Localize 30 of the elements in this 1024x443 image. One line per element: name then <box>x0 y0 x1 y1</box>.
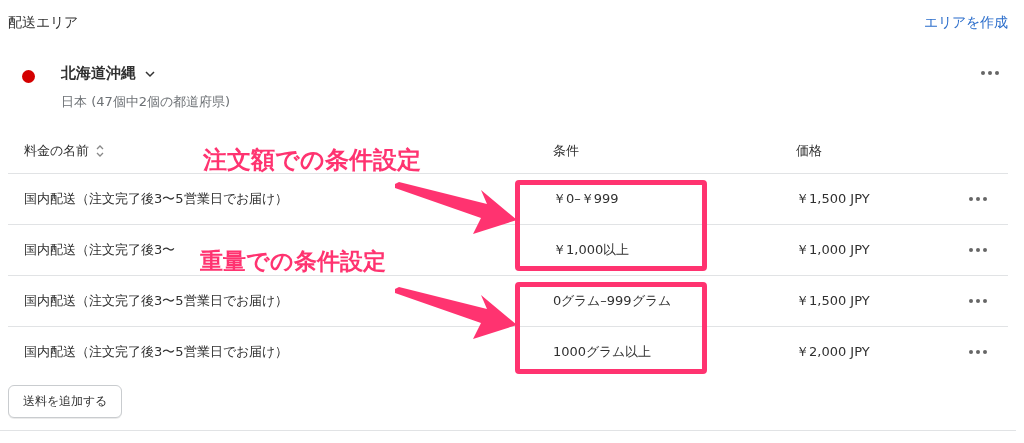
more-icon[interactable] <box>968 247 988 253</box>
chevron-down-icon[interactable] <box>144 69 156 78</box>
more-icon[interactable] <box>968 349 988 355</box>
zone-name: 北海道沖縄 <box>61 64 136 83</box>
condition-cell: 0グラム–999グラム <box>553 293 671 308</box>
price-cell: ￥1,000 JPY <box>796 242 870 257</box>
column-header: 条件 <box>553 143 579 158</box>
rate-name: 国内配送（注文完了後3〜5営業日でお届け） <box>24 343 288 361</box>
rate-name: 国内配送（注文完了後3〜5営業日でお届け） <box>24 190 288 208</box>
status-dot <box>22 70 35 83</box>
rate-name: 国内配送（注文完了後3〜 <box>24 241 176 259</box>
price-cell: ￥2,000 JPY <box>796 344 870 359</box>
more-icon[interactable] <box>968 298 988 304</box>
annotation-label: 重量での条件設定 <box>200 247 386 276</box>
annotation-label: 注文額での条件設定 <box>203 145 421 176</box>
price-cell: ￥1,500 JPY <box>796 191 870 206</box>
zone-subtitle: 日本 (47個中2個の都道府県) <box>61 93 232 111</box>
rate-name: 国内配送（注文完了後3〜5営業日でお届け） <box>24 292 288 310</box>
price-cell: ￥1,500 JPY <box>796 293 870 308</box>
column-header[interactable]: 料金の名前 <box>24 142 89 160</box>
more-icon[interactable] <box>968 196 988 202</box>
more-icon[interactable] <box>980 70 1000 76</box>
condition-cell: ￥1,000以上 <box>553 242 630 257</box>
condition-cell: ￥0–￥999 <box>553 191 619 206</box>
create-area-link[interactable]: エリアを作成 <box>924 14 1008 32</box>
sort-icon[interactable] <box>95 144 105 158</box>
add-rate-button[interactable]: 送料を追加する <box>8 385 122 418</box>
condition-cell: 1000グラム以上 <box>553 344 652 359</box>
column-header: 価格 <box>796 143 822 158</box>
section-title: 配送エリア <box>8 14 78 32</box>
